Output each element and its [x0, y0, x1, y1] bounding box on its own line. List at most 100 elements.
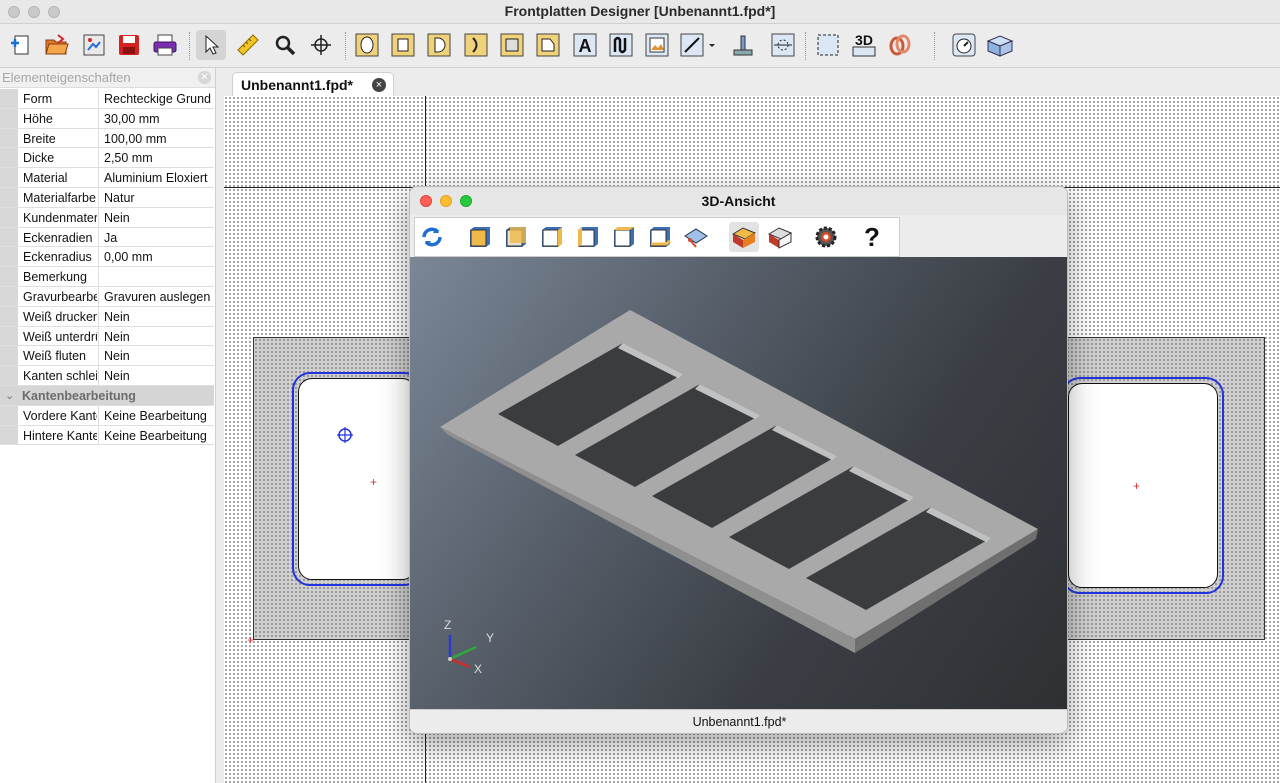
view-front-icon[interactable] [465, 222, 495, 252]
engraving-curve-icon[interactable] [606, 30, 636, 60]
property-value[interactable]: Keine Bearbeitung [98, 425, 214, 445]
property-value[interactable]: Gravuren auslegen [98, 286, 214, 306]
property-value[interactable]: 100,00 mm [98, 128, 214, 148]
render-mode-1-icon[interactable] [729, 222, 759, 252]
property-row[interactable]: Eckenradien Ja [0, 227, 214, 248]
crosshair-icon[interactable] [306, 30, 336, 60]
help-icon[interactable]: ? [857, 222, 887, 252]
3d-model-render[interactable]: Z Y X [410, 257, 1068, 709]
properties-panel: Elementeigenschaften ✕ Form Rechteckige G… [0, 68, 216, 783]
property-row[interactable]: Höhe 30,00 mm [0, 108, 214, 129]
save-icon[interactable] [114, 30, 144, 60]
view-back-icon[interactable] [501, 222, 531, 252]
property-value[interactable]: 0,00 mm [98, 247, 214, 267]
property-row[interactable]: GravurbearbeitungGravuren auslegen [0, 286, 214, 307]
property-key: Weiß fluten [23, 349, 86, 364]
property-row[interactable]: Weiß fluten Nein [0, 346, 214, 367]
line-icon[interactable] [678, 30, 720, 60]
view-left-icon[interactable] [537, 222, 567, 252]
property-value[interactable]: Nein [98, 366, 214, 385]
property-row[interactable]: Hintere Kante Keine Bearbeitung [0, 425, 214, 446]
property-key: Höhe [23, 111, 53, 126]
property-group-header[interactable]: ⌄ Kantenbearbeitung [0, 385, 214, 406]
panel-close-icon[interactable]: ✕ [198, 71, 211, 84]
property-value[interactable]: Rechteckige Grund [98, 89, 214, 108]
panel-header: Elementeigenschaften ✕ [0, 68, 215, 88]
property-value[interactable]: 30,00 mm [98, 108, 214, 128]
property-row[interactable]: KundenmaterialNein [0, 207, 214, 228]
property-value[interactable]: Nein [98, 306, 214, 326]
rect-hole-icon[interactable] [388, 30, 418, 60]
view-right-icon[interactable] [573, 222, 603, 252]
property-key: Weiß unterdrücken [23, 329, 97, 344]
double-d-hole-icon[interactable] [461, 30, 491, 60]
round-hole-icon[interactable] [352, 30, 382, 60]
property-group-label: Kantenbearbeitung [22, 388, 136, 403]
toolbar-separator [345, 32, 346, 60]
property-row[interactable]: Breite 100,00 mm [0, 128, 214, 149]
zoom-icon[interactable] [270, 30, 300, 60]
frame-icon[interactable] [813, 30, 843, 60]
text-icon[interactable]: A [570, 30, 600, 60]
property-value[interactable]: Nein [98, 326, 214, 346]
property-row[interactable]: Material Aluminium Eloxiert [0, 168, 214, 188]
property-row[interactable]: Eckenradius 0,00 mm [0, 247, 214, 268]
property-row[interactable]: Form Rechteckige Grund [0, 89, 214, 109]
import-icon[interactable] [79, 30, 109, 60]
print-icon[interactable] [150, 30, 180, 60]
dialog-titlebar: 3D-Ansicht [410, 187, 1067, 215]
svg-text:3D: 3D [855, 32, 873, 48]
box-view-icon[interactable] [985, 30, 1015, 60]
property-value[interactable]: Nein [98, 207, 214, 227]
refresh-view-icon[interactable] [417, 222, 447, 252]
property-row[interactable]: Vordere Kante Keine Bearbeitung [0, 405, 214, 426]
chevron-down-icon[interactable]: ⌄ [5, 389, 14, 402]
property-row[interactable]: Weiß drucken Nein [0, 306, 214, 327]
property-value[interactable]: Keine Bearbeitung [98, 405, 214, 425]
corner-marker-icon: + [247, 633, 255, 647]
window-titlebar: Frontplatten Designer [Unbenannt1.fpd*] [0, 0, 1280, 24]
view-top-icon[interactable] [609, 222, 639, 252]
d-hole-icon[interactable] [424, 30, 454, 60]
toolbar-separator [189, 32, 190, 60]
property-value[interactable] [98, 267, 214, 286]
property-value[interactable]: Ja [98, 227, 214, 247]
panel-title: Elementeigenschaften [2, 70, 131, 85]
3d-viewport[interactable]: Z Y X [410, 257, 1068, 709]
property-value[interactable]: Nein [98, 346, 214, 366]
property-value[interactable]: 2,50 mm [98, 148, 214, 168]
view-bottom-icon[interactable] [645, 222, 675, 252]
render-mode-2-icon[interactable] [765, 222, 795, 252]
tab-close-icon[interactable]: × [372, 78, 386, 92]
cutout[interactable] [298, 378, 416, 580]
property-row[interactable]: Materialfarbe Natur [0, 187, 214, 208]
speedometer-icon[interactable] [949, 30, 979, 60]
cutout[interactable] [1068, 383, 1218, 588]
threaded-bolt-icon[interactable] [728, 30, 758, 60]
toolbar-separator [934, 32, 935, 60]
property-row[interactable]: Bemerkung [0, 267, 214, 287]
property-row[interactable]: Kanten schleifenNein [0, 366, 214, 386]
property-row[interactable]: Dicke 2,50 mm [0, 148, 214, 169]
link-icon[interactable] [885, 30, 915, 60]
new-icon[interactable] [6, 30, 36, 60]
tab-label: Unbenannt1.fpd* [241, 77, 353, 93]
property-key: Gravurbearbeitung [23, 289, 97, 304]
pointer-icon[interactable] [196, 30, 226, 60]
tab-document[interactable]: Unbenannt1.fpd* × [232, 72, 394, 96]
ruler-icon[interactable] [233, 30, 263, 60]
dimension-icon[interactable] [768, 30, 798, 60]
origin-marker-icon[interactable] [337, 427, 353, 443]
settings-gear-icon[interactable] [811, 222, 841, 252]
property-row[interactable]: Weiß unterdrückenNein [0, 326, 214, 347]
property-value[interactable]: Aluminium Eloxiert [98, 168, 214, 187]
open-icon[interactable] [42, 30, 72, 60]
polygon-icon[interactable] [533, 30, 563, 60]
view-iso-icon[interactable] [681, 222, 711, 252]
image-icon[interactable] [642, 30, 672, 60]
svg-text:?: ? [864, 223, 880, 251]
square-pocket-icon[interactable] [497, 30, 527, 60]
svg-text:A: A [579, 36, 592, 56]
property-value[interactable]: Natur [98, 187, 214, 207]
3d-view-icon[interactable]: 3D [849, 30, 879, 60]
